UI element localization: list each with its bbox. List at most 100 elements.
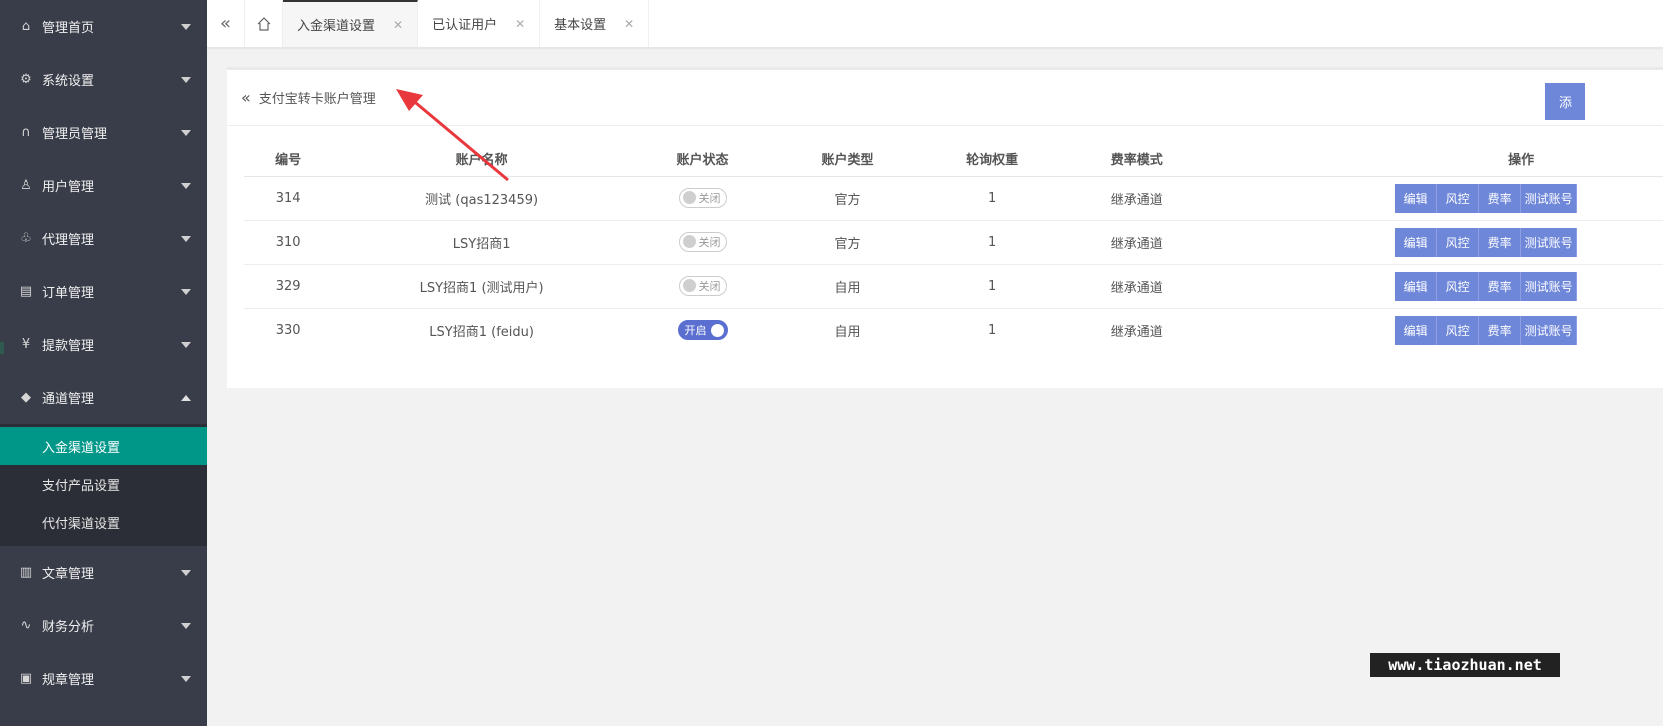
cell-state: 关闭 bbox=[630, 176, 775, 221]
status-toggle[interactable]: 关闭 bbox=[678, 275, 727, 296]
sidebar-item-label: 通道管理 bbox=[42, 392, 95, 407]
cell-name: LSY招商1 (测试用户) bbox=[332, 264, 631, 309]
edit-button[interactable]: 编辑 bbox=[1395, 227, 1438, 257]
close-icon[interactable]: ✕ bbox=[515, 17, 525, 31]
tab-label: 已认证用户 bbox=[432, 18, 498, 33]
home-tab-icon[interactable] bbox=[245, 0, 283, 47]
toggle-label: 开启 bbox=[684, 324, 707, 338]
test-account-button[interactable]: 测试账号 bbox=[1521, 183, 1578, 213]
sidebar-item[interactable]: ♙ 用户管理 bbox=[0, 159, 207, 212]
sidebar-item[interactable]: ▥ 文章管理 bbox=[0, 546, 207, 599]
watermark: www.tiaozhuan.net bbox=[1370, 653, 1560, 677]
cell-weight: 1 bbox=[920, 176, 1064, 221]
risk-control-button[interactable]: 风控 bbox=[1437, 227, 1480, 257]
sidebar-item[interactable]: ∩ 管理员管理 bbox=[0, 106, 207, 159]
col-rate: 费率模式 bbox=[1063, 142, 1211, 177]
risk-control-button[interactable]: 风控 bbox=[1437, 183, 1480, 213]
card-header: « 支付宝转卡账户管理 添 bbox=[227, 70, 1663, 126]
cell-state: 开启 bbox=[631, 308, 774, 352]
chevron-down-icon bbox=[181, 342, 191, 348]
tab-label: 入金渠道设置 bbox=[297, 19, 376, 34]
cell-type: 官方 bbox=[774, 220, 921, 265]
chevron-down-icon bbox=[181, 77, 191, 83]
edit-button[interactable]: 编辑 bbox=[1395, 315, 1438, 345]
col-ops: 操作 bbox=[1405, 142, 1663, 177]
cell-rate: 继承通道 bbox=[1063, 264, 1211, 309]
status-toggle[interactable]: 关闭 bbox=[678, 187, 727, 208]
order-icon: ▤ bbox=[19, 284, 33, 299]
toggle-knob bbox=[682, 191, 696, 205]
chevron-down-icon bbox=[181, 623, 191, 629]
gear-icon: ⚙ bbox=[20, 72, 32, 87]
rate-button[interactable]: 费率 bbox=[1479, 183, 1522, 213]
cell-ops: 编辑 风控 费率 测试账号 bbox=[1395, 220, 1663, 265]
submenu-item-payout-channel[interactable]: 代付渠道设置 bbox=[0, 503, 207, 541]
sidebar-item[interactable]: ⚙ 系统设置 bbox=[0, 53, 207, 106]
risk-control-button[interactable]: 风控 bbox=[1437, 315, 1480, 345]
tab-basic-settings[interactable]: 基本设置 ✕ bbox=[540, 0, 650, 47]
sidebar-item[interactable]: ¥ 提款管理 bbox=[0, 318, 207, 371]
add-button[interactable]: 添 bbox=[1545, 83, 1585, 120]
sidebar-item[interactable]: ∿ 财务分析 bbox=[0, 599, 207, 652]
test-account-button[interactable]: 测试账号 bbox=[1521, 271, 1578, 301]
sidebar-item-label: 规章管理 bbox=[42, 673, 95, 688]
sidebar-item-label: 订单管理 bbox=[42, 286, 95, 301]
row-actions: 编辑 风控 费率 测试账号 bbox=[1395, 271, 1663, 301]
col-name: 账户名称 bbox=[332, 142, 631, 177]
chevron-up-icon bbox=[181, 395, 191, 401]
test-account-button[interactable]: 测试账号 bbox=[1521, 227, 1578, 257]
back-icon[interactable]: « bbox=[241, 88, 251, 107]
agent-icon: ♧ bbox=[20, 231, 32, 246]
chevron-down-icon bbox=[181, 183, 191, 189]
sidebar-item-label: 文章管理 bbox=[42, 567, 95, 582]
edit-button[interactable]: 编辑 bbox=[1395, 183, 1438, 213]
table-header-row: 编号 账户名称 账户状态 账户类型 轮询权重 费率模式 操作 bbox=[244, 142, 1663, 177]
cell-rate: 继承通道 bbox=[1063, 220, 1211, 265]
tab-deposit-channel[interactable]: 入金渠道设置 ✕ bbox=[283, 0, 419, 47]
sidebar-item-label: 管理员管理 bbox=[42, 127, 108, 142]
content-card: « 支付宝转卡账户管理 添 编号 账户名称 账户状态 账户类型 轮询权重 费率模… bbox=[227, 67, 1663, 388]
close-icon[interactable]: ✕ bbox=[393, 18, 403, 32]
rate-button[interactable]: 费率 bbox=[1479, 227, 1522, 257]
sidebar-item[interactable]: ▤ 订单管理 bbox=[0, 265, 207, 318]
sidebar-item[interactable]: ▣ 规章管理 bbox=[0, 652, 207, 705]
cell-rate: 继承通道 bbox=[1063, 176, 1211, 221]
close-icon[interactable]: ✕ bbox=[624, 17, 634, 31]
cell-weight: 1 bbox=[920, 264, 1064, 309]
tab-verified-users[interactable]: 已认证用户 ✕ bbox=[418, 0, 541, 47]
col-weight: 轮询权重 bbox=[920, 142, 1064, 177]
home-icon: ⌂ bbox=[21, 19, 31, 34]
cell-ops: 编辑 风控 费率 测试账号 bbox=[1395, 264, 1663, 309]
test-account-button[interactable]: 测试账号 bbox=[1521, 315, 1578, 345]
status-toggle[interactable]: 开启 bbox=[677, 320, 728, 341]
cell-id: 330 bbox=[275, 322, 301, 338]
edit-button[interactable]: 编辑 bbox=[1395, 271, 1438, 301]
cell-ops: 编辑 风控 费率 测试账号 bbox=[1395, 308, 1663, 352]
cell-spacer bbox=[1210, 176, 1406, 221]
cell-id: 329 bbox=[244, 264, 333, 309]
sidebar-item[interactable]: ◆ 通道管理 bbox=[0, 371, 207, 424]
risk-control-button[interactable]: 风控 bbox=[1437, 271, 1480, 301]
status-toggle[interactable]: 关闭 bbox=[678, 231, 727, 252]
row-actions: 编辑 风控 费率 测试账号 bbox=[1395, 227, 1663, 257]
rate-button[interactable]: 费率 bbox=[1479, 271, 1522, 301]
yen-icon: ¥ bbox=[21, 337, 31, 352]
sidebar-item[interactable]: ♧ 代理管理 bbox=[0, 212, 207, 265]
sidebar-item[interactable]: ⌂ 管理首页 bbox=[0, 0, 207, 53]
cell-id: 310 bbox=[244, 220, 333, 265]
rate-button[interactable]: 费率 bbox=[1479, 315, 1522, 345]
page-title: 支付宝转卡账户管理 bbox=[258, 92, 376, 107]
submenu-item-deposit-channel[interactable]: 入金渠道设置 bbox=[0, 427, 207, 465]
submenu-item-payment-product[interactable]: 支付产品设置 bbox=[0, 465, 207, 503]
collapse-sidebar-icon[interactable]: « bbox=[207, 0, 245, 47]
sidebar-item-label: 财务分析 bbox=[42, 620, 95, 635]
cell-rate: 继承通道 bbox=[1110, 324, 1163, 340]
toggle-knob bbox=[682, 235, 696, 249]
sidebar-item-label: 系统设置 bbox=[42, 74, 95, 89]
col-id: 编号 bbox=[244, 142, 333, 177]
col-spacer bbox=[1210, 142, 1406, 177]
sidebar-item-label: 用户管理 bbox=[42, 180, 95, 195]
accounts-table: 编号 账户名称 账户状态 账户类型 轮询权重 费率模式 操作 314 测试 (qa… bbox=[244, 142, 1663, 352]
chevron-down-icon bbox=[181, 24, 191, 30]
user-icon: ♙ bbox=[20, 178, 32, 193]
